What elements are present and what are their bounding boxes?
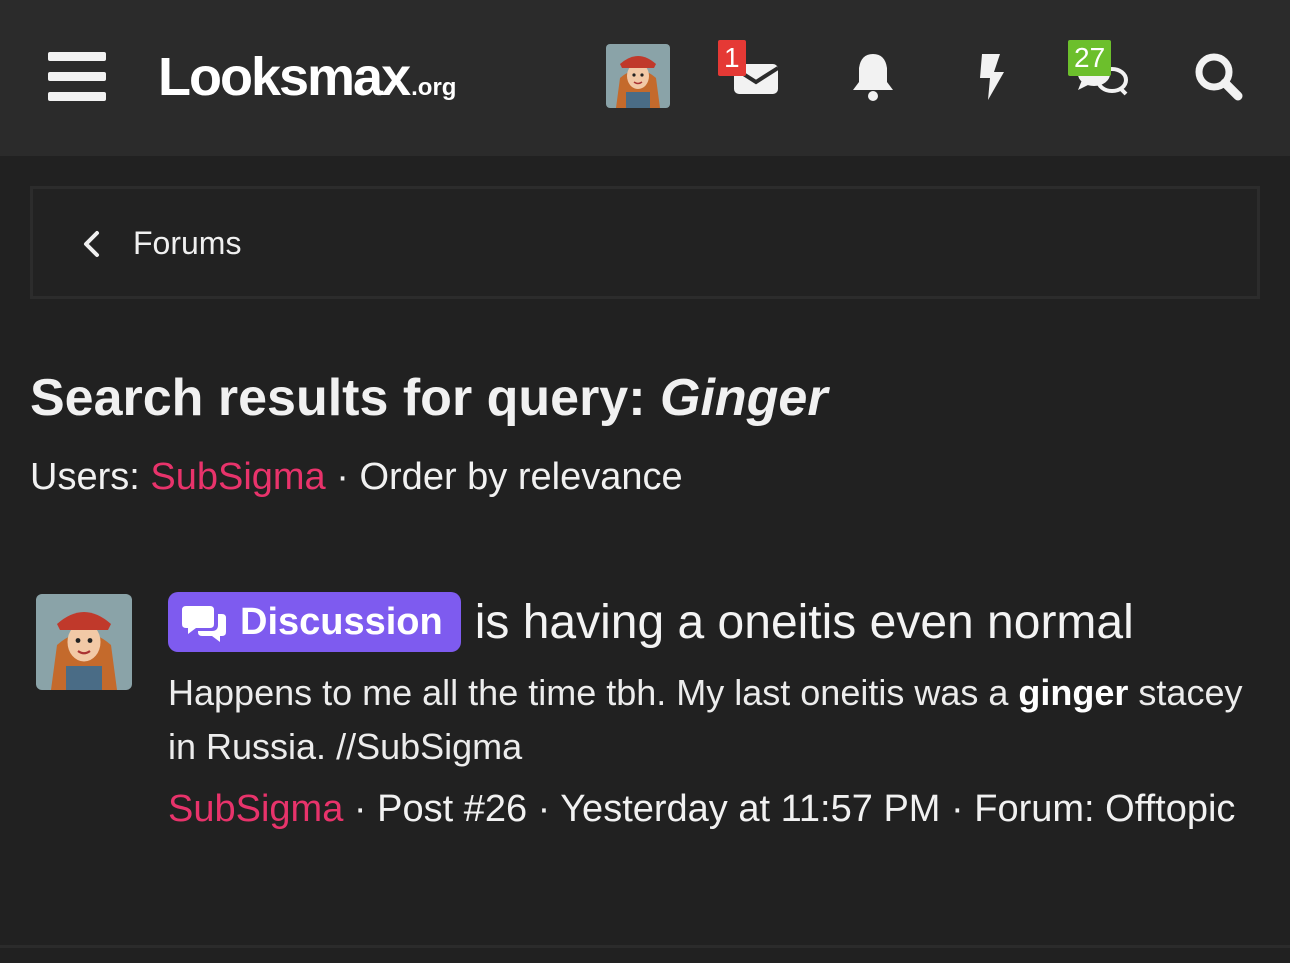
search-icon bbox=[1195, 53, 1243, 101]
order-label: Order by relevance bbox=[359, 456, 683, 498]
author-link[interactable]: SubSigma bbox=[168, 788, 343, 830]
alerts-badge: 27 bbox=[1068, 40, 1112, 76]
search-button[interactable] bbox=[1186, 44, 1252, 108]
top-navigation-bar: Looksmax .org 1 27 bbox=[0, 0, 1290, 156]
separator: · bbox=[343, 788, 378, 830]
logo-tld: .org bbox=[411, 74, 457, 101]
snippet-highlight: ginger bbox=[1018, 672, 1129, 713]
site-logo[interactable]: Looksmax .org bbox=[158, 46, 457, 107]
separator: · bbox=[325, 456, 360, 498]
prefix-label: Discussion bbox=[240, 600, 443, 643]
inbox-badge: 1 bbox=[718, 40, 746, 76]
snippet-text: Happens to me all the time tbh. My last … bbox=[168, 672, 1019, 713]
user-avatar[interactable] bbox=[606, 44, 670, 108]
result-title-link[interactable]: is having a oneitis even normal bbox=[475, 595, 1134, 650]
breadcrumb[interactable]: Forums bbox=[30, 186, 1260, 299]
inbox-button[interactable]: 1 bbox=[716, 40, 782, 108]
result-snippet: Happens to me all the time tbh. My last … bbox=[168, 666, 1248, 774]
search-query: Ginger bbox=[660, 369, 828, 427]
logo-text: Looksmax bbox=[158, 47, 411, 107]
chevron-left-icon bbox=[84, 231, 99, 257]
separator: · bbox=[940, 788, 975, 830]
user-filter-link[interactable]: SubSigma bbox=[150, 456, 325, 498]
menu-icon[interactable] bbox=[48, 52, 108, 104]
whats-new-button[interactable] bbox=[958, 44, 1024, 108]
page-title: Search results for query: Ginger bbox=[30, 368, 828, 428]
search-filters: Users: SubSigma · Order by relevance bbox=[30, 456, 683, 499]
breadcrumb-forums-link[interactable]: Forums bbox=[133, 225, 241, 262]
result-avatar[interactable] bbox=[36, 594, 132, 690]
separator: · bbox=[527, 788, 561, 830]
result-meta: SubSigma · Post #26 · Yesterday at 11:57… bbox=[168, 782, 1248, 836]
users-label: Users: bbox=[30, 456, 151, 498]
post-time: Yesterday at 11:57 PM bbox=[560, 788, 941, 830]
divider bbox=[0, 945, 1290, 948]
forum-label: Forum: bbox=[974, 788, 1095, 830]
discussion-prefix-badge[interactable]: Discussion bbox=[168, 592, 461, 652]
title-prefix: Search results for query: bbox=[30, 369, 660, 427]
lightning-icon bbox=[980, 54, 1004, 100]
comments-icon bbox=[182, 606, 226, 642]
notifications-button[interactable] bbox=[840, 44, 906, 108]
alerts-button[interactable]: 27 bbox=[1068, 40, 1134, 108]
bell-icon bbox=[853, 54, 893, 101]
result-header: Discussion is having a oneitis even norm… bbox=[168, 592, 1134, 652]
forum-link[interactable]: Offtopic bbox=[1105, 788, 1235, 830]
post-number: Post #26 bbox=[377, 788, 528, 830]
